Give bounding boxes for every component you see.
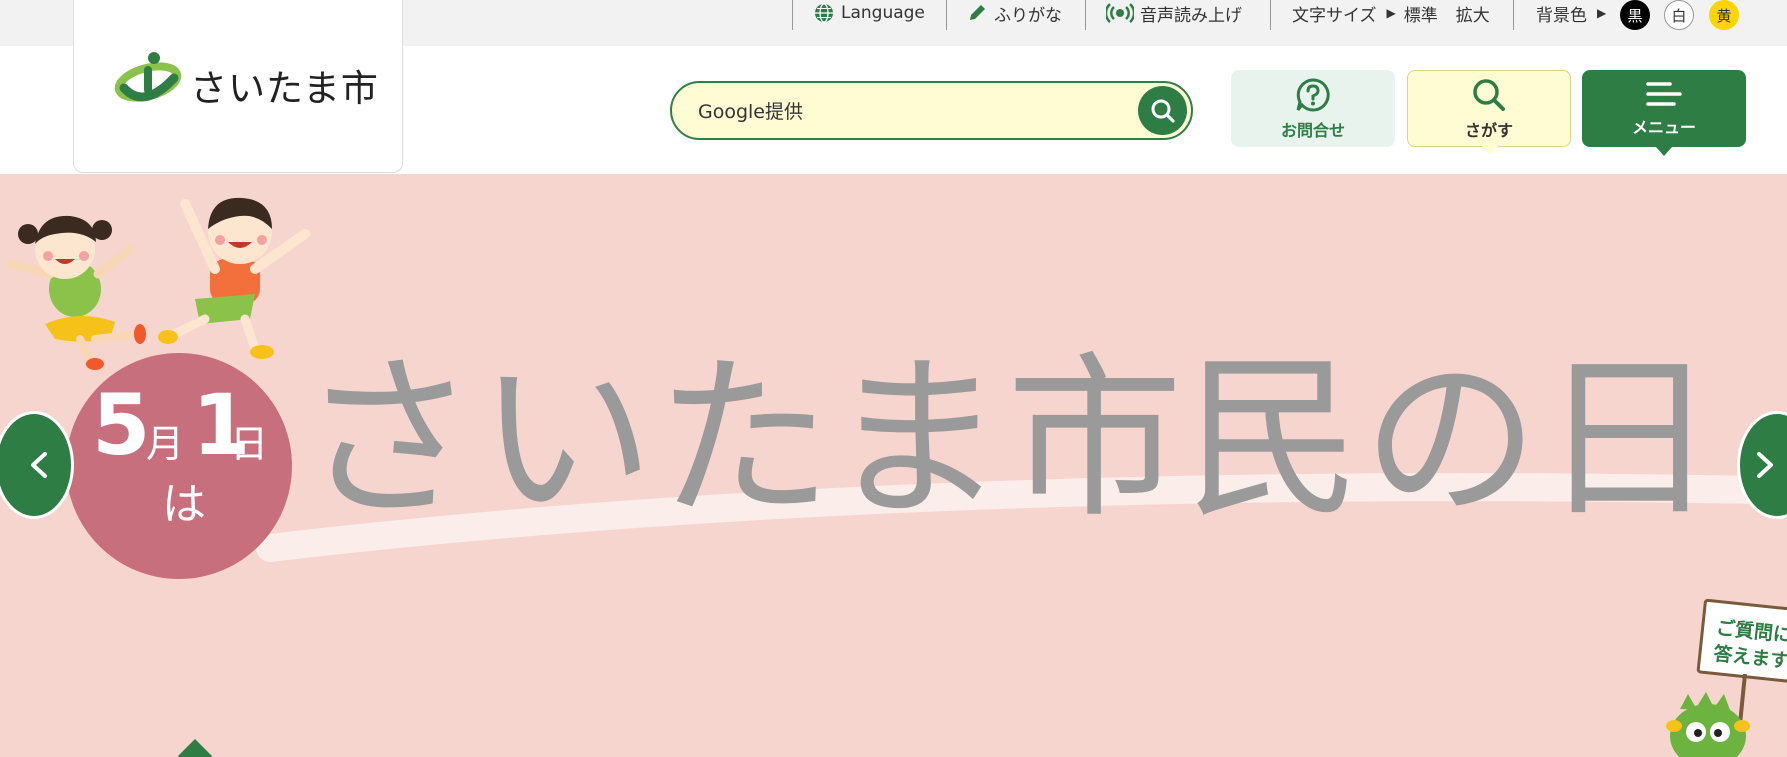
caret-down-icon — [1656, 147, 1672, 156]
hero-banner[interactable]: 5 月 1 日 は さいたま市民の日 ご質問に 答えます — [0, 174, 1787, 757]
triangle-right-icon: ▶ — [1386, 6, 1396, 20]
hero-title: さいたま市民の日 — [300, 337, 1719, 542]
search-icon — [1150, 98, 1176, 124]
site-search — [670, 81, 1193, 140]
hamburger-icon — [1644, 80, 1684, 110]
menu-label: メニュー — [1631, 117, 1696, 137]
badge-suffix: は — [162, 479, 206, 530]
badge-month-char: 月 — [146, 422, 185, 466]
badge-month-number: 5 — [92, 376, 151, 474]
badge-day-char: 日 — [230, 422, 269, 466]
divider — [1085, 0, 1086, 30]
divider — [792, 0, 793, 30]
menu-button[interactable]: メニュー — [1582, 70, 1746, 156]
bg-color-label: 背景色 — [1536, 5, 1587, 26]
caret-down-icon — [1482, 146, 1498, 155]
chevron-right-icon — [1753, 450, 1777, 480]
furigana-link[interactable]: ふりがな — [966, 0, 1062, 26]
chevron-left-icon — [27, 450, 51, 480]
read-aloud-link[interactable]: 音声読み上げ — [1106, 0, 1242, 26]
logo-text: さいたま市 — [190, 67, 379, 110]
bg-color-white-button[interactable]: 白 — [1664, 0, 1694, 30]
read-aloud-label: 音声読み上げ — [1140, 5, 1242, 26]
bg-color-yellow-button[interactable]: 黄 — [1709, 0, 1739, 30]
search-submit-button[interactable] — [1138, 86, 1187, 135]
inquiry-label: お問合せ — [1280, 120, 1345, 140]
font-size-standard[interactable]: 標準 — [1404, 1, 1438, 26]
font-size-control: 文字サイズ ▶ 標準 拡大 — [1292, 0, 1490, 26]
magnifier-icon — [1471, 77, 1507, 113]
furigana-label: ふりがな — [994, 5, 1062, 26]
city-mark-icon — [114, 48, 184, 112]
language-label: Language — [841, 3, 925, 23]
bg-color-control: 背景色 ▶ — [1536, 0, 1614, 26]
globe-icon — [813, 2, 835, 24]
search-nav-button[interactable]: さがす — [1407, 70, 1571, 155]
divider — [946, 0, 947, 30]
search-input[interactable] — [696, 97, 1100, 127]
question-bubble-icon — [1295, 77, 1331, 113]
search-nav-label: さがす — [1464, 120, 1513, 140]
triangle-right-icon: ▶ — [1597, 6, 1607, 20]
pencil-icon — [966, 2, 988, 24]
date-badge: 5 月 1 日 は — [66, 353, 292, 579]
font-size-label: 文字サイズ — [1292, 5, 1377, 26]
divider — [1513, 0, 1514, 30]
mascot-sign: ご質問に 答えます — [1696, 598, 1787, 685]
language-link[interactable]: Language — [813, 0, 925, 26]
inquiry-button[interactable]: お問合せ — [1231, 70, 1395, 147]
mascot-illustration — [1666, 674, 1750, 757]
children-illustration — [5, 197, 310, 370]
bg-color-black-button[interactable]: 黒 — [1620, 0, 1650, 30]
speaker-broadcast-icon — [1106, 2, 1134, 24]
site-logo-link[interactable]: さいたま市 — [73, 0, 403, 173]
font-size-enlarge[interactable]: 拡大 — [1456, 1, 1490, 26]
divider — [1270, 0, 1271, 30]
